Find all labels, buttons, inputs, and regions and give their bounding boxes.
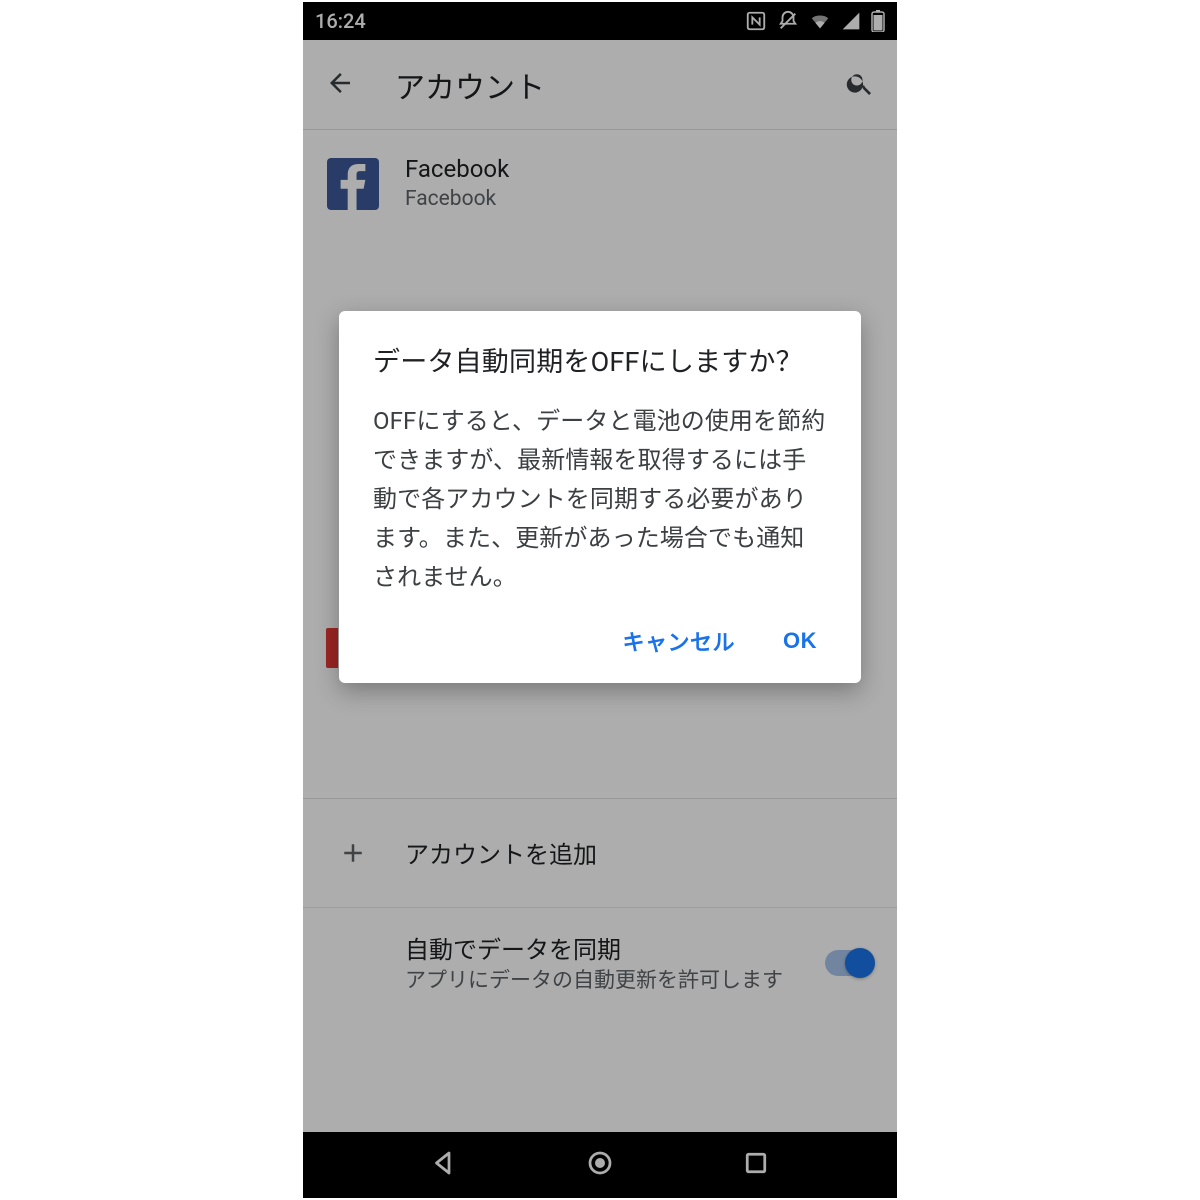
confirm-dialog: データ自動同期をOFFにしますか？ OFFにすると、データと電池の使用を節約でき… <box>339 311 861 683</box>
ok-button[interactable]: OK <box>783 625 817 657</box>
dialog-body: OFFにすると、データと電池の使用を節約できますが、最新情報を取得するには手動で… <box>373 402 827 596</box>
cancel-button[interactable]: キャンセル <box>622 625 735 657</box>
dialog-title: データ自動同期をOFFにしますか？ <box>373 343 827 382</box>
phone-screen: 16:24 アカウント <box>303 2 897 1198</box>
dialog-actions: キャンセル OK <box>373 625 827 663</box>
